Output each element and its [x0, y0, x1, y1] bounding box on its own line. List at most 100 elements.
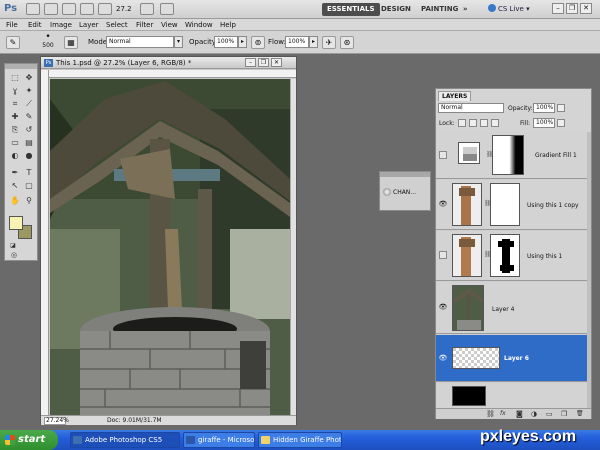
arrange-icon[interactable]	[140, 3, 154, 15]
history-brush-icon[interactable]: ↺	[23, 124, 35, 135]
opacity-arrow[interactable]: ▸	[238, 36, 247, 48]
vertical-scrollbar[interactable]	[290, 79, 296, 415]
screen-mode-icon[interactable]	[160, 3, 174, 15]
layer-mask-thumbnail[interactable]	[490, 183, 520, 226]
zoom-tool-icon[interactable]	[98, 3, 112, 15]
bridge-icon[interactable]	[26, 3, 40, 15]
brush-icon[interactable]: ✎	[23, 111, 35, 122]
zoom-field[interactable]: 27.24%	[44, 417, 69, 425]
lock-position-icon[interactable]	[480, 119, 488, 127]
menu-select[interactable]: Select	[106, 20, 128, 30]
quick-mask-icon[interactable]: ◎	[8, 250, 20, 261]
brush-size[interactable]: • 500	[40, 33, 56, 50]
layer-row[interactable]: 👁 Layer 4	[436, 282, 591, 334]
layer-name[interactable]: Using this 1 copy	[527, 202, 579, 209]
panel-header[interactable]	[380, 172, 430, 177]
zoom-icon[interactable]: ⚲	[23, 195, 35, 206]
task-photoshop[interactable]: Adobe Photoshop CS5	[70, 432, 180, 448]
dodge-icon[interactable]: ●	[23, 150, 35, 161]
document-info[interactable]: Doc: 9.01M/31.7M	[107, 417, 162, 424]
menu-window[interactable]: Window	[185, 20, 213, 30]
foreground-color-swatch[interactable]	[9, 216, 23, 230]
menu-help[interactable]: Help	[220, 20, 236, 30]
fill-input[interactable]: 100%	[533, 118, 555, 128]
layer-row[interactable]	[436, 383, 591, 408]
opacity-arrow-icon[interactable]	[557, 104, 565, 112]
hand-tool-icon[interactable]	[80, 3, 94, 15]
mode-dropdown-arrow[interactable]: ▾	[174, 36, 183, 48]
opacity-input[interactable]: 100%	[214, 36, 238, 48]
task-word[interactable]: giraffe - Microsoft Word	[183, 432, 255, 448]
shape-icon[interactable]: ▢	[23, 180, 35, 191]
layer-row-selected[interactable]: 👁 Layer 6	[436, 335, 591, 382]
marquee-icon[interactable]: ⬚	[9, 72, 21, 83]
doc-minimize-button[interactable]: –	[245, 58, 256, 67]
doc-close-button[interactable]: ✕	[271, 58, 282, 67]
pressure-opacity-icon[interactable]: ⊚	[251, 36, 265, 49]
blur-icon[interactable]: ◐	[9, 150, 21, 161]
flow-arrow[interactable]: ▸	[309, 36, 318, 48]
flow-input[interactable]: 100%	[285, 36, 309, 48]
adjustment-layer-icon[interactable]: ◑	[531, 410, 537, 418]
mini-bridge-icon[interactable]	[44, 3, 58, 15]
horizontal-ruler[interactable]	[49, 70, 296, 78]
airbrush-icon[interactable]: ✈	[322, 36, 336, 49]
crop-icon[interactable]: ⌗	[9, 98, 21, 109]
mode-select[interactable]: Normal	[106, 36, 174, 48]
trash-icon[interactable]: 🗑	[576, 410, 584, 417]
brush-panel-icon[interactable]: ▦	[64, 36, 78, 49]
layers-scrollbar[interactable]	[587, 132, 591, 408]
layer-mask-thumbnail[interactable]	[490, 234, 520, 277]
menu-edit[interactable]: Edit	[28, 20, 42, 30]
menu-image[interactable]: Image	[50, 20, 72, 30]
lock-all-icon[interactable]	[491, 119, 499, 127]
fx-icon[interactable]: fx	[500, 410, 506, 417]
brush-preset-icon[interactable]: ✎	[6, 36, 20, 49]
path-select-icon[interactable]: ↖	[9, 180, 21, 191]
task-folder[interactable]: Hidden Giraffe Photos...	[258, 432, 342, 448]
lock-pixels-icon[interactable]	[469, 119, 477, 127]
tab-layers[interactable]: LAYERS	[438, 91, 472, 101]
toolbox-header[interactable]	[5, 64, 37, 69]
workspace-design[interactable]: DESIGN	[376, 3, 416, 16]
add-mask-icon[interactable]: ◙	[516, 410, 523, 418]
fill-arrow-icon[interactable]	[557, 119, 565, 127]
new-layer-icon[interactable]: ❐	[561, 410, 567, 418]
workspace-painting[interactable]: PAINTING	[416, 3, 463, 16]
type-icon[interactable]: T	[23, 167, 35, 178]
layer-row[interactable]: ⛓ Gradient Fill 1	[436, 132, 591, 179]
new-group-icon[interactable]: ▭	[546, 410, 553, 418]
healing-icon[interactable]: ✚	[9, 111, 21, 122]
eraser-icon[interactable]: ▭	[9, 137, 21, 148]
move-icon[interactable]: ✥	[23, 72, 35, 83]
view-extras-icon[interactable]	[62, 3, 76, 15]
magic-wand-icon[interactable]: ✦	[23, 85, 35, 96]
zoom-level[interactable]: 27.2	[116, 5, 132, 13]
lock-transparency-icon[interactable]	[458, 119, 466, 127]
clone-stamp-icon[interactable]: ⎘	[9, 124, 21, 135]
blend-mode-select[interactable]: Normal	[438, 103, 504, 113]
workspace-essentials[interactable]: ESSENTIALS	[322, 3, 380, 16]
layer-name[interactable]: Gradient Fill 1	[535, 152, 577, 159]
restore-button[interactable]: ❐	[566, 3, 578, 14]
start-button[interactable]: start	[0, 430, 58, 450]
link-layers-icon[interactable]: ⛓	[486, 410, 495, 418]
lasso-icon[interactable]: ɣ	[9, 85, 21, 96]
hand-icon[interactable]: ✋	[9, 195, 21, 206]
image-canvas[interactable]	[50, 79, 290, 415]
menu-filter[interactable]: Filter	[136, 20, 153, 30]
more-workspaces-button[interactable]: »	[458, 3, 473, 16]
pen-icon[interactable]: ✒	[9, 167, 21, 178]
menu-layer[interactable]: Layer	[79, 20, 99, 30]
layer-name[interactable]: Using this 1	[527, 253, 562, 260]
eyedropper-icon[interactable]: ⟋	[23, 98, 35, 109]
close-button[interactable]: ✕	[580, 3, 592, 14]
layer-row[interactable]: 👁 ⛓ Using this 1 copy	[436, 180, 591, 230]
gradient-icon[interactable]: ▤	[23, 137, 35, 148]
doc-restore-button[interactable]: ❐	[258, 58, 269, 67]
eye-icon[interactable]: 👁	[438, 199, 448, 209]
layer-row[interactable]: ⛓ Using this 1	[436, 231, 591, 281]
layer-name[interactable]: Layer 4	[492, 306, 514, 313]
pressure-size-icon[interactable]: ⊛	[340, 36, 354, 49]
eye-icon[interactable]: 👁	[438, 302, 448, 312]
